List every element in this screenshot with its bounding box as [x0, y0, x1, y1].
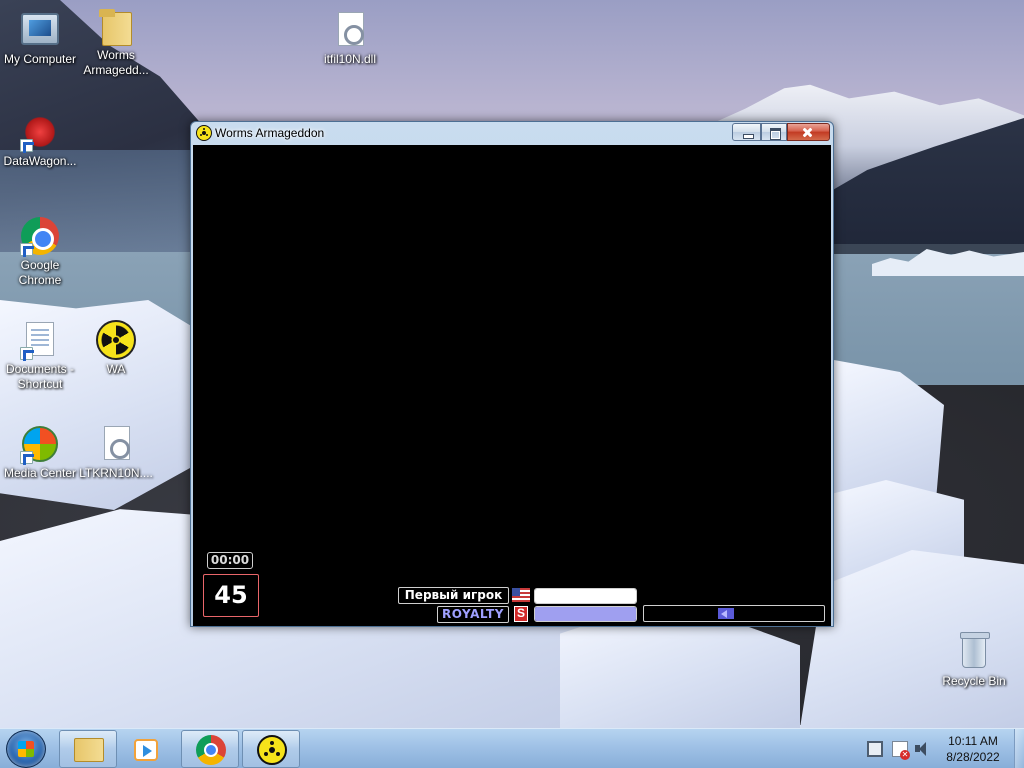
taskbar-chrome-button[interactable] [181, 730, 239, 768]
game-clock: 00:00 [207, 552, 253, 569]
file-explorer-icon [74, 738, 104, 762]
window-title: Worms Armageddon [215, 126, 325, 140]
chrome-icon [196, 735, 226, 765]
team-health-fill [535, 607, 636, 621]
tray-date: 8/28/2022 [946, 750, 1000, 764]
desktop-icon-label: Worms Armagedd... [83, 48, 149, 77]
documents-icon [20, 320, 60, 360]
desktop-icon-recycle-bin[interactable]: Recycle Bin [934, 632, 1014, 689]
datawagon-icon [20, 112, 60, 152]
desktop-icon-label: Media Center [3, 466, 77, 480]
windows-media-player-icon [134, 739, 158, 761]
maximize-button[interactable] [761, 123, 787, 141]
desktop-icon-label: itfil10N.dll [323, 52, 377, 66]
desktop-icon-label: Documents - Shortcut [5, 362, 75, 391]
radioactive-icon [196, 125, 212, 141]
close-button[interactable] [787, 123, 830, 141]
desktop-icon-label: LTKRN10N.... [79, 466, 153, 480]
desktop-icon-media-center[interactable]: Media Center [0, 424, 80, 481]
recycle-bin-icon [954, 632, 994, 672]
turn-timer: 45 [203, 574, 259, 617]
radioactive-icon [257, 735, 287, 765]
tray-time: 10:11 AM [948, 734, 998, 748]
folder-icon [96, 6, 136, 46]
worms-armageddon-window[interactable]: Worms Armageddon 00:00 45 Первый игрок R… [190, 121, 834, 627]
team-s-flag-icon [514, 606, 528, 622]
show-desktop-button[interactable] [1014, 729, 1024, 768]
desktop-icon-ltkrn10n[interactable]: LTKRN10N.... [76, 424, 156, 481]
volume-icon[interactable] [914, 741, 930, 757]
desktop-icon-label: DataWagon... [3, 154, 77, 168]
team-name-royalty: ROYALTY [437, 606, 509, 623]
desktop-icon-google-chrome[interactable]: Google Chrome [0, 216, 80, 288]
desktop-icon-documents-shortcut[interactable]: Documents - Shortcut [0, 320, 80, 392]
desktop-icon-label: Google Chrome [18, 258, 62, 287]
team-health-fill [535, 589, 636, 603]
start-button[interactable] [6, 730, 46, 768]
chrome-icon [20, 216, 60, 256]
desktop-icon-label: Recycle Bin [942, 674, 1006, 688]
action-center-icon[interactable] [892, 741, 910, 760]
desktop-icon-wa[interactable]: WA [76, 320, 156, 377]
desktop-icon-itfil10n[interactable]: itfil10N.dll [310, 10, 390, 67]
shortcut-arrow-icon [20, 451, 33, 464]
team-health-bar-royalty [534, 606, 637, 622]
dll-file-icon [96, 424, 136, 464]
desktop-icon-label: WA [106, 362, 126, 376]
team-health-bar-player-one [534, 588, 637, 604]
computer-icon [20, 10, 60, 50]
wind-meter [643, 605, 825, 622]
minimize-button[interactable] [732, 123, 761, 141]
media-center-icon [20, 424, 60, 464]
network-icon[interactable] [867, 741, 883, 757]
game-viewport[interactable]: 00:00 45 Первый игрок ROYALTY [193, 145, 831, 626]
usa-flag-icon [512, 588, 530, 602]
taskbar-worms-button[interactable] [242, 730, 300, 768]
taskbar: 10:11 AM 8/28/2022 [0, 728, 1024, 768]
desktop-icon-my-computer[interactable]: My Computer [0, 10, 80, 67]
dll-file-icon [330, 10, 370, 50]
shortcut-arrow-icon [20, 243, 33, 256]
wind-direction-icon [718, 608, 734, 619]
shortcut-arrow-icon [20, 139, 33, 152]
team-name-player-one: Первый игрок [398, 587, 509, 604]
desktop-icon-datawagon[interactable]: DataWagon... [0, 112, 80, 169]
radioactive-icon [96, 320, 136, 360]
taskbar-media-player-button[interactable] [119, 730, 171, 768]
shortcut-arrow-icon [20, 347, 33, 360]
desktop-icon-label: My Computer [3, 52, 77, 66]
desktop-icon-worms-folder[interactable]: Worms Armagedd... [76, 6, 156, 78]
tray-clock[interactable]: 10:11 AM 8/28/2022 [936, 733, 1010, 765]
window-titlebar[interactable]: Worms Armageddon [191, 122, 833, 144]
taskbar-explorer-button[interactable] [59, 730, 117, 768]
